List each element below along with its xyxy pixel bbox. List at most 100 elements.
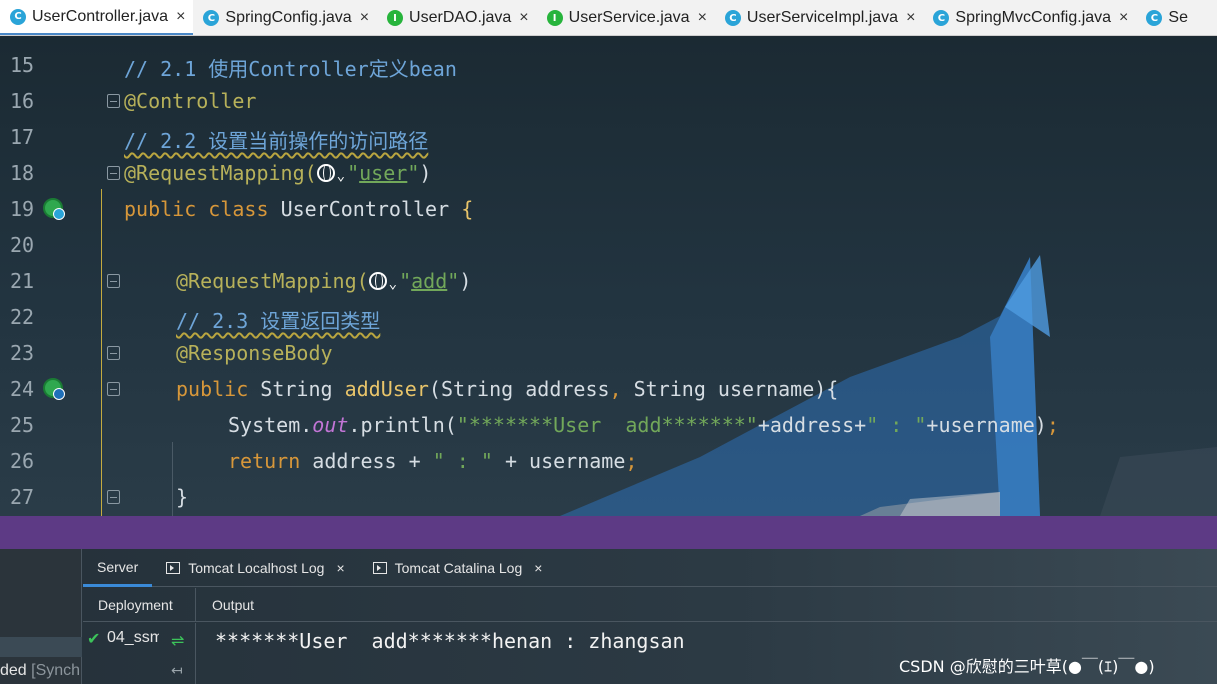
close-icon[interactable]: ×: [336, 560, 344, 576]
request-mapping-icon[interactable]: [43, 378, 65, 400]
services-panel: ded [Synch Server Tomcat Localhost Log ×…: [0, 549, 1217, 684]
output-header[interactable]: Output: [212, 597, 254, 613]
tab-usercontroller[interactable]: C UserController.java ×: [0, 0, 194, 35]
code-text: @RequestMapping(⌄ "user"): [124, 161, 432, 185]
line-number: 21: [10, 269, 35, 293]
annotation: @ResponseBody: [176, 341, 333, 365]
console-icon: [372, 562, 387, 574]
console-output: *******User add*******henan : zhangsan: [215, 629, 685, 653]
tab-userserviceimpl[interactable]: C UserServiceImpl.java ×: [715, 0, 924, 35]
fold-icon[interactable]: [107, 274, 120, 288]
method-call: .println(: [348, 413, 457, 437]
tab-springconfig[interactable]: C SpringConfig.java ×: [193, 0, 377, 35]
close-icon[interactable]: ×: [176, 8, 185, 26]
expression: +address+: [757, 413, 867, 437]
paren: ): [419, 161, 432, 185]
tab-label: UserDAO.java: [409, 9, 512, 26]
close-icon[interactable]: ×: [360, 9, 369, 27]
code-line[interactable]: 20: [0, 227, 1217, 263]
spring-bean-icon[interactable]: [43, 198, 65, 220]
console-icon: [166, 562, 181, 574]
code-line[interactable]: 26 return address + " : " + username;: [0, 443, 1217, 479]
string-literal: user: [359, 161, 408, 185]
line-number: 15: [10, 53, 35, 77]
annotation: @RequestMapping(: [124, 161, 317, 185]
code-line[interactable]: 16 @Controller: [0, 83, 1217, 119]
class-icon: C: [10, 8, 26, 25]
code-line[interactable]: 22 // 2.3 设置返回类型: [0, 299, 1217, 335]
code-line[interactable]: 18 @RequestMapping(⌄ "user"): [0, 155, 1217, 191]
services-tree[interactable]: ded [Synch: [0, 549, 82, 684]
expression: + username: [492, 449, 626, 473]
line-number: 20: [10, 233, 35, 257]
fold-icon[interactable]: [107, 490, 120, 504]
code-line[interactable]: 24 public String addUser(String address,…: [0, 371, 1217, 407]
string-literal: " : ": [866, 413, 927, 437]
undeploy-icon[interactable]: ↤: [171, 663, 183, 679]
watermark: CSDN @欣慰的三叶草(●￣(ｴ)￣●): [899, 657, 1155, 676]
selection-highlight: [0, 637, 82, 657]
code-line[interactable]: 15 // 2.1 使用Controller定义bean: [0, 47, 1217, 83]
line-number: 22: [10, 305, 35, 329]
code-line[interactable]: 19 public class UserController {: [0, 191, 1217, 227]
close-icon[interactable]: ×: [1119, 9, 1128, 27]
line-number: 19: [10, 197, 35, 221]
deployment-item[interactable]: 04_ssm: [107, 629, 159, 647]
panel-subheader: Deployment Output: [83, 588, 1217, 622]
class-icon: C: [1146, 10, 1163, 26]
tab-userservice[interactable]: I UserService.java ×: [537, 0, 715, 35]
close-icon[interactable]: ×: [698, 9, 707, 27]
tab-label: Tomcat Localhost Log: [188, 560, 325, 576]
fold-icon[interactable]: [107, 166, 120, 180]
code-line[interactable]: 25 System.out.println("*******User add**…: [0, 407, 1217, 443]
tab-userdao[interactable]: I UserDAO.java ×: [377, 0, 537, 35]
comma: ,: [609, 377, 622, 401]
semicolon: ;: [1046, 413, 1059, 437]
tab-springmvcconfig[interactable]: C SpringMvcConfig.java ×: [923, 0, 1136, 35]
close-icon[interactable]: ×: [906, 9, 915, 27]
comment: // 2.3 设置返回类型: [176, 309, 381, 333]
tab-truncated[interactable]: C Se: [1136, 0, 1196, 35]
fold-icon[interactable]: [107, 94, 120, 108]
close-icon[interactable]: ×: [534, 560, 542, 576]
brace: {: [461, 197, 474, 221]
method-name: addUser: [344, 377, 429, 401]
status-dim-label: [Synch: [31, 662, 81, 679]
close-icon[interactable]: ×: [519, 9, 528, 27]
line-number: 16: [10, 89, 35, 113]
type: String: [260, 377, 333, 401]
code-line[interactable]: 23 @ResponseBody: [0, 335, 1217, 371]
panel-splitter[interactable]: [0, 516, 1217, 549]
expression: +username): [926, 413, 1047, 437]
editor-tab-bar: C UserController.java × C SpringConfig.j…: [0, 0, 1217, 36]
fold-icon[interactable]: [107, 382, 120, 396]
code-editor[interactable]: 15 // 2.1 使用Controller定义bean 16 @Control…: [0, 37, 1217, 516]
expression: address +: [312, 449, 433, 473]
code-line[interactable]: 21 @RequestMapping(⌄ "add"): [0, 263, 1217, 299]
chevron-down-icon[interactable]: ⌄: [337, 168, 345, 184]
line-number: 26: [10, 449, 35, 473]
globe-icon[interactable]: [316, 164, 335, 182]
deployment-list[interactable]: ✔ 04_ssm ⇌ ↤: [83, 623, 196, 684]
status-text: ded [Synch: [0, 662, 80, 680]
chevron-down-icon[interactable]: ⌄: [389, 276, 397, 292]
interface-icon: I: [387, 10, 404, 26]
globe-icon[interactable]: [368, 272, 387, 290]
interface-icon: I: [546, 10, 563, 26]
tab-server[interactable]: Server: [83, 549, 153, 587]
class-name: UserController: [280, 197, 450, 221]
fold-icon[interactable]: [107, 346, 120, 360]
deployment-header[interactable]: Deployment: [98, 597, 173, 613]
redeploy-icon[interactable]: ⇌: [171, 631, 184, 650]
tab-tomcat-catalina-log[interactable]: Tomcat Catalina Log ×: [359, 549, 557, 587]
tab-label: UserService.java: [568, 9, 690, 26]
code-text: // 2.2 设置当前操作的访问路径: [124, 125, 428, 154]
panel-tab-bar: Server Tomcat Localhost Log × Tomcat Cat…: [83, 549, 1217, 587]
code-line[interactable]: 27 }: [0, 479, 1217, 515]
line-number: 17: [10, 125, 35, 149]
code-line[interactable]: 17 // 2.2 设置当前操作的访问路径: [0, 119, 1217, 155]
code-text: public String addUser(String address, St…: [176, 377, 838, 401]
tab-tomcat-localhost-log[interactable]: Tomcat Localhost Log ×: [152, 549, 358, 587]
code-text: @ResponseBody: [176, 341, 333, 365]
line-number: 18: [10, 161, 35, 185]
